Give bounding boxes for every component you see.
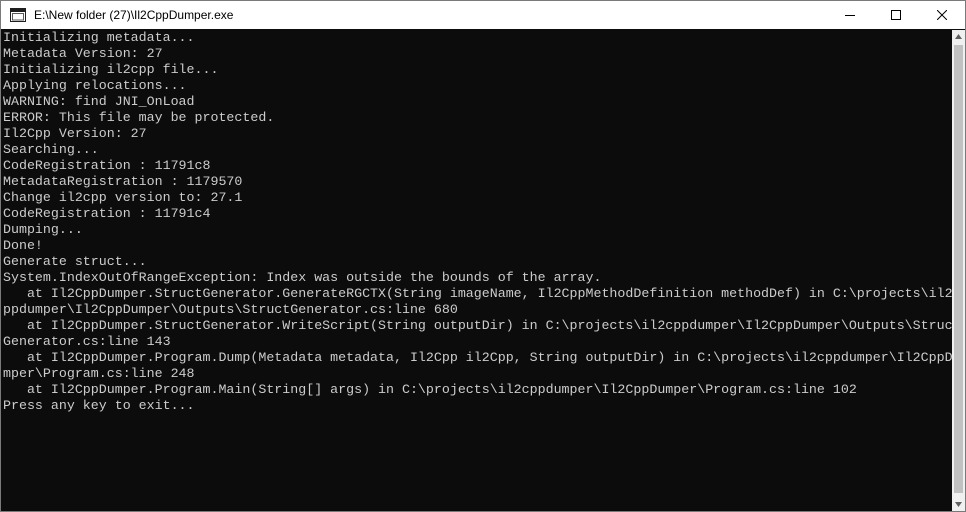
console-line: Done! xyxy=(3,238,43,253)
console-line: at Il2CppDumper.Program.Main(String[] ar… xyxy=(3,382,857,397)
minimize-icon xyxy=(845,15,855,16)
scroll-up-button[interactable] xyxy=(952,30,965,43)
console-line: Searching... xyxy=(3,142,99,157)
chevron-down-icon xyxy=(955,502,962,507)
scroll-thumb[interactable] xyxy=(954,45,963,493)
console-line: at Il2CppDumper.Program.Dump(Metadata me… xyxy=(3,350,952,365)
console-line: at Il2CppDumper.StructGenerator.WriteScr… xyxy=(3,318,952,333)
minimize-button[interactable] xyxy=(827,1,873,29)
maximize-icon xyxy=(891,10,901,20)
console-line: Applying relocations... xyxy=(3,78,187,93)
console-line: at Il2CppDumper.StructGenerator.Generate… xyxy=(3,286,952,301)
console-line: System.IndexOutOfRangeException: Index w… xyxy=(3,270,602,285)
console-line: Change il2cpp version to: 27.1 xyxy=(3,190,243,205)
console-window: E:\New folder (27)\Il2CppDumper.exe Init… xyxy=(0,0,966,512)
console-line: mper\Program.cs:line 248 xyxy=(3,366,195,381)
console-line: ppdumper\Il2CppDumper\Outputs\StructGene… xyxy=(3,302,458,317)
console-output[interactable]: Initializing metadata... Metadata Version… xyxy=(1,30,952,511)
window-title: E:\New folder (27)\Il2CppDumper.exe xyxy=(34,8,234,22)
console-line: Generate struct... xyxy=(3,254,147,269)
console-line: Il2Cpp Version: 27 xyxy=(3,126,147,141)
console-line: ERROR: This file may be protected. xyxy=(3,110,275,125)
scroll-down-button[interactable] xyxy=(952,498,965,511)
console-line: Press any key to exit... xyxy=(3,398,195,413)
maximize-button[interactable] xyxy=(873,1,919,29)
console-line: Initializing metadata... xyxy=(3,30,195,45)
chevron-up-icon xyxy=(955,34,962,39)
console-line: CodeRegistration : 11791c4 xyxy=(3,206,211,221)
close-icon xyxy=(937,10,947,20)
console-line: CodeRegistration : 11791c8 xyxy=(3,158,211,173)
vertical-scrollbar[interactable] xyxy=(952,30,965,511)
console-line: Dumping... xyxy=(3,222,83,237)
console-line: Metadata Version: 27 xyxy=(3,46,163,61)
console-line: MetadataRegistration : 1179570 xyxy=(3,174,243,189)
console-line: Generator.cs:line 143 xyxy=(3,334,171,349)
title-bar[interactable]: E:\New folder (27)\Il2CppDumper.exe xyxy=(1,1,965,29)
console-app-icon xyxy=(10,8,26,22)
close-button[interactable] xyxy=(919,1,965,29)
console-line: WARNING: find JNI_OnLoad xyxy=(3,94,195,109)
console-line: Initializing il2cpp file... xyxy=(3,62,219,77)
